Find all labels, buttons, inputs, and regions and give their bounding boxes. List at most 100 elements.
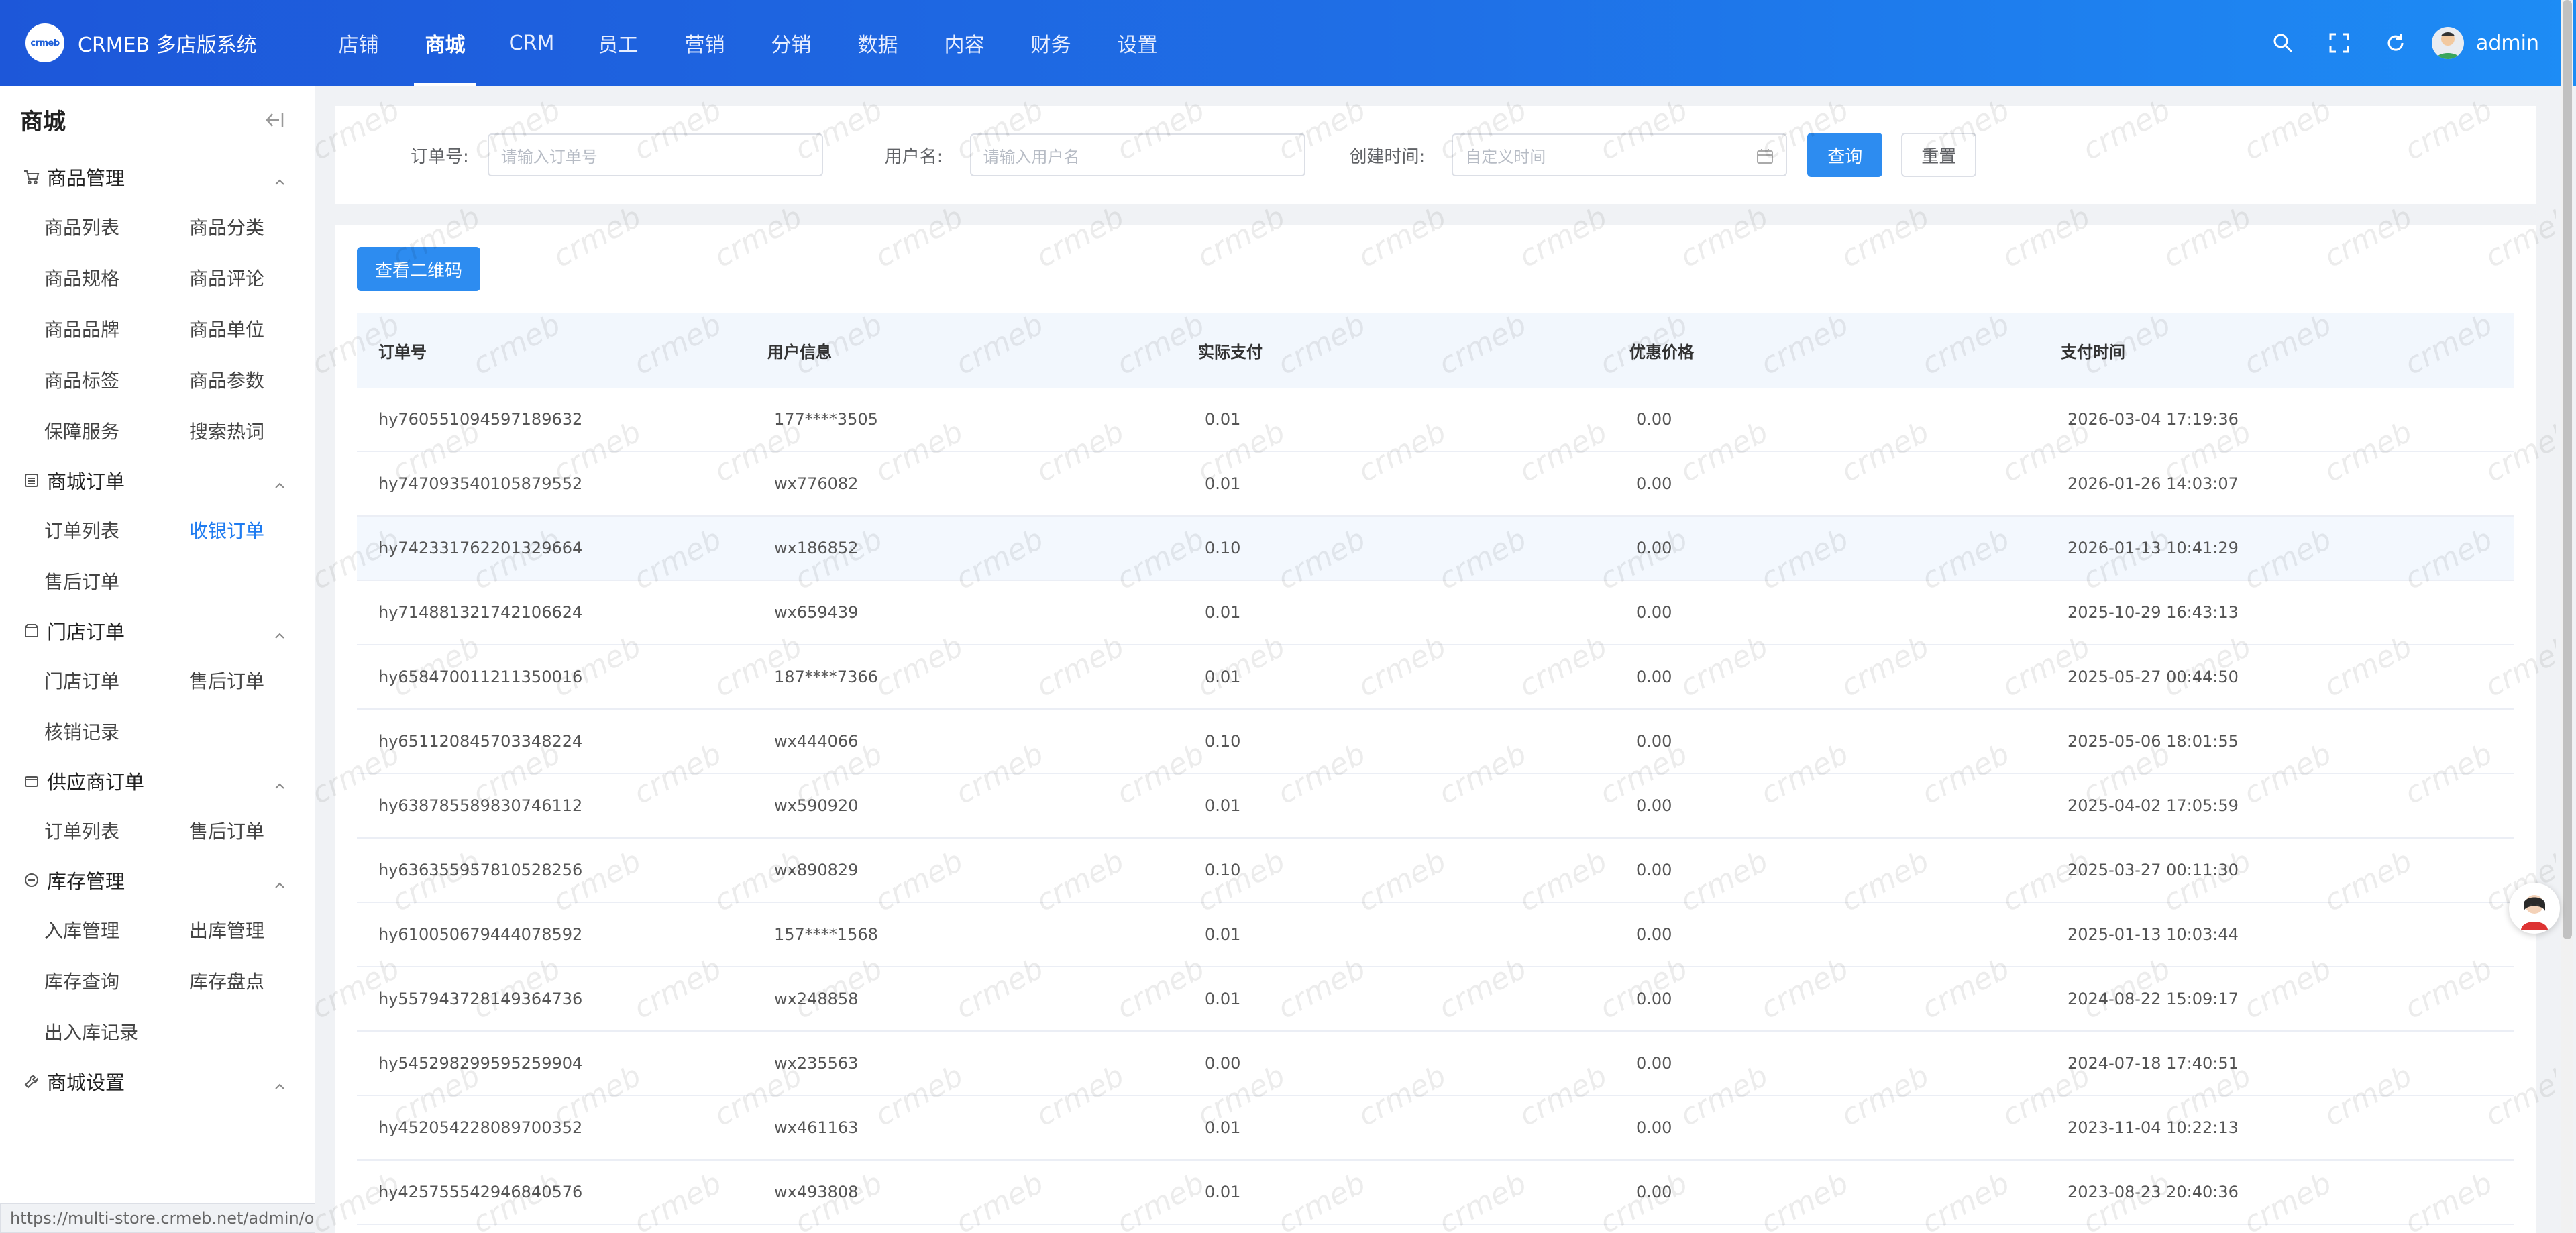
table-row[interactable]: hy651120845703348224 wx444066 0.10 0.00 2025… [357,710,2514,774]
sidebar-item[interactable]: 出库管理 [189,904,315,955]
cell-pay-time: 2025-04-02 17:05:59 [2068,796,2239,815]
cell-discount: 0.00 [1636,410,1672,429]
sidebar-item[interactable]: 售后订单 [44,555,189,606]
nav-item[interactable]: 数据 [835,0,921,86]
cell-discount: 0.00 [1636,989,1672,1008]
orders-table: 订单号 用户信息 实际支付 优惠价格 支付时间 hy76055109459718… [357,313,2514,1225]
created-time-label: 创建时间: [1349,146,1426,167]
nav-item[interactable]: 店铺 [315,0,402,86]
reset-button[interactable]: 重置 [1901,133,1977,177]
nav-item[interactable]: 分销 [748,0,835,86]
cell-user-info: wx235563 [774,1054,859,1073]
brand-logo: crmeb [25,23,64,62]
col-discount: 优惠价格 [1629,342,1694,362]
table-row[interactable]: hy452054228089700352 wx461163 0.01 0.00 2023… [357,1096,2514,1161]
user-name[interactable]: admin [2476,32,2539,55]
table-row[interactable]: hy636355957810528256 wx890829 0.10 0.00 2025… [357,839,2514,903]
cell-user-info: wx890829 [774,861,859,879]
order-no-input[interactable]: 请输入订单号 [487,133,823,176]
sidebar-title-text: 商城 [20,108,66,136]
nav-item[interactable]: 员工 [575,0,661,86]
scrollbar-thumb[interactable] [2563,0,2572,939]
sidebar-item[interactable]: 商品单位 [189,303,315,354]
nav-item[interactable]: 内容 [921,0,1008,86]
sidebar-group[interactable]: 商城设置 [0,1057,315,1106]
sidebar-item[interactable]: 商品分类 [189,201,315,252]
cell-user-info: wx248858 [774,989,859,1008]
sidebar-group-items: 门店订单 售后订单 核销记录 [0,655,315,757]
table-body: hy760551094597189632 177****3505 0.01 0.00 2… [357,388,2514,1225]
cell-paid: 0.01 [1205,603,1241,622]
cell-discount: 0.00 [1636,474,1672,493]
table-row[interactable]: hy658470011211350016 187****7366 0.01 0.00 2… [357,645,2514,710]
username-input[interactable]: 请输入用户名 [969,133,1305,176]
cell-user-info: wx186852 [774,539,859,557]
nav-item[interactable]: 设置 [1094,0,1181,86]
table-row[interactable]: hy747093540105879552 wx776082 0.01 0.00 2026… [357,452,2514,517]
customer-service-avatar[interactable] [2509,883,2560,934]
sidebar-group[interactable]: 供应商订单 [0,757,315,805]
cell-user-info: wx493808 [774,1183,859,1201]
top-header: crmeb CRMEB 多店版系统 店铺 商城 CRM 员工 营销 分销 数据 内容 财务 设置 … [0,0,2576,86]
cell-discount: 0.00 [1636,925,1672,944]
sidebar-item[interactable]: 商品评论 [189,252,315,303]
cell-paid: 0.10 [1205,732,1241,751]
table-row[interactable]: hy760551094597189632 177****3505 0.01 0.00 2… [357,388,2514,452]
nav-item[interactable]: 营销 [661,0,748,86]
cell-discount: 0.00 [1636,1118,1672,1137]
sidebar-group[interactable]: 库存管理 [0,856,315,904]
sidebar-item[interactable]: 收银订单 [189,504,315,555]
table-row[interactable]: hy714881321742106624 wx659439 0.01 0.00 2025… [357,581,2514,645]
sidebar-item[interactable]: 商品列表 [44,201,189,252]
list-icon [23,472,40,489]
search-icon[interactable] [2255,0,2311,86]
nav-item[interactable]: 商城 [402,0,488,86]
sidebar-item[interactable]: 核销记录 [44,706,189,757]
sidebar-group-items: 入库管理 出库管理 库存查询 库存盘点 出入库记录 [0,904,315,1057]
sidebar-item[interactable]: 保障服务 [44,405,189,456]
collapse-icon[interactable] [264,111,284,129]
sidebar-item[interactable]: 商品规格 [44,252,189,303]
sidebar-group[interactable]: 商城订单 [0,456,315,504]
sidebar-item[interactable]: 出入库记录 [44,1006,189,1057]
sidebar-item[interactable]: 售后订单 [189,805,315,856]
calendar-icon [1757,149,1774,164]
cell-discount: 0.00 [1636,603,1672,622]
table-row[interactable]: hy638785589830746112 wx590920 0.01 0.00 2025… [357,774,2514,839]
sidebar-item[interactable]: 订单列表 [44,805,189,856]
cell-discount: 0.00 [1636,1183,1672,1201]
sidebar-item[interactable]: 库存查询 [44,955,189,1006]
created-time-picker[interactable]: 自定义时间 [1452,133,1788,176]
table-row[interactable]: hy557943728149364736 wx248858 0.01 0.00 2024… [357,967,2514,1032]
cell-paid: 0.01 [1205,1183,1241,1201]
sidebar-group[interactable]: 门店订单 [0,606,315,655]
chevron-up-icon [274,170,286,185]
brand[interactable]: crmeb CRMEB 多店版系统 [0,23,315,62]
sidebar-title: 商城 [0,86,315,153]
cell-discount: 0.00 [1636,732,1672,751]
table-row[interactable]: hy425755542946840576 wx493808 0.01 0.00 2023… [357,1161,2514,1225]
sidebar-item[interactable]: 商品标签 [44,354,189,405]
nav-item[interactable]: 财务 [1008,0,1094,86]
sidebar-item[interactable]: 门店订单 [44,655,189,706]
fullscreen-icon[interactable] [2311,0,2367,86]
refresh-icon[interactable] [2367,0,2424,86]
sidebar-item[interactable]: 商品参数 [189,354,315,405]
sidebar-item[interactable]: 订单列表 [44,504,189,555]
sidebar-item[interactable]: 售后订单 [189,655,315,706]
table-row[interactable]: hy610050679444078592 157****1568 0.01 0.00 2… [357,903,2514,967]
sidebar: 商城 商品管理 商品列表 商品分类 商品规格 商品评论 商品品牌 商品单位 商品标签 商品参数保… [0,86,315,1233]
page-scrollbar[interactable] [2561,0,2573,1233]
query-button[interactable]: 查询 [1807,133,1883,177]
user-avatar[interactable] [2432,27,2464,59]
sidebar-item[interactable]: 入库管理 [44,904,189,955]
table-row[interactable]: hy742331762201329664 wx186852 0.10 0.00 2026… [357,517,2514,581]
table-row[interactable]: hy545298299595259904 wx235563 0.00 0.00 2024… [357,1032,2514,1096]
nav-item[interactable]: CRM [488,0,575,86]
view-qrcode-button[interactable]: 查看二维码 [357,247,480,291]
sidebar-item[interactable]: 商品品牌 [44,303,189,354]
sidebar-item[interactable]: 搜索热词 [189,405,315,456]
sidebar-item[interactable]: 库存盘点 [189,955,315,1006]
sidebar-group[interactable]: 商品管理 [0,153,315,201]
cell-pay-time: 2023-08-23 20:40:36 [2068,1183,2239,1201]
